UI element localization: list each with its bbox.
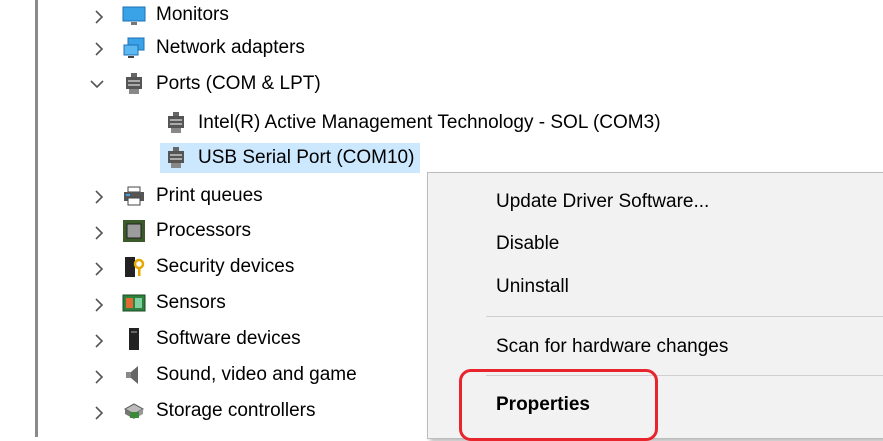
- highlight-annotation: [459, 369, 658, 441]
- chevron-right-icon[interactable]: [90, 34, 108, 64]
- tree-item-storage-controllers[interactable]: Storage controllers: [122, 396, 315, 426]
- port-icon: [164, 111, 188, 135]
- tree-item-usb-serial-port[interactable]: USB Serial Port (COM10): [160, 143, 421, 173]
- security-device-icon: [122, 255, 146, 279]
- chevron-right-icon[interactable]: [90, 326, 108, 356]
- sensor-icon: [122, 291, 146, 315]
- processor-icon: [122, 219, 146, 243]
- tree-item-label: Print queues: [156, 185, 263, 206]
- monitor-icon: [122, 3, 146, 27]
- tree-item-label: Software devices: [156, 328, 301, 349]
- tree-item-ports[interactable]: Ports (COM & LPT): [122, 69, 321, 99]
- tree-item-security-devices[interactable]: Security devices: [122, 252, 294, 282]
- selected-item-highlight: USB Serial Port (COM10): [160, 143, 421, 173]
- tree-item-label: Security devices: [156, 256, 295, 277]
- chevron-right-icon[interactable]: [90, 218, 108, 248]
- storage-controller-icon: [122, 399, 146, 423]
- tree-item-label: Storage controllers: [156, 400, 316, 421]
- chevron-right-icon[interactable]: [90, 182, 108, 212]
- tree-item-processors[interactable]: Processors: [122, 216, 251, 246]
- chevron-right-icon[interactable]: [90, 2, 108, 32]
- menu-separator: [486, 316, 883, 317]
- network-adapter-icon: [122, 36, 146, 60]
- port-icon: [164, 146, 188, 170]
- tree-item-label: Intel(R) Active Management Technology - …: [198, 112, 661, 133]
- printer-icon: [122, 184, 146, 208]
- menu-item-disable[interactable]: Disable: [496, 229, 559, 259]
- tree-item-monitors[interactable]: Monitors: [122, 0, 229, 30]
- tree-item-software-devices[interactable]: Software devices: [122, 324, 301, 354]
- tree-item-label: Sound, video and game: [156, 364, 357, 385]
- chevron-down-icon[interactable]: [88, 69, 106, 99]
- chevron-right-icon[interactable]: [90, 290, 108, 320]
- tree-item-label: Sensors: [156, 292, 226, 313]
- tree-item-label: Processors: [156, 220, 252, 241]
- tree-item-sound-video-game[interactable]: Sound, video and game: [122, 360, 357, 390]
- tree-item-intel-amt-sol[interactable]: Intel(R) Active Management Technology - …: [164, 108, 661, 138]
- menu-item-uninstall[interactable]: Uninstall: [496, 272, 569, 302]
- menu-item-update-driver[interactable]: Update Driver Software...: [496, 187, 709, 217]
- tree-item-label: USB Serial Port (COM10): [198, 147, 415, 168]
- software-device-icon: [122, 327, 146, 351]
- tree-item-label: Ports (COM & LPT): [156, 73, 321, 94]
- speaker-icon: [122, 363, 146, 387]
- port-icon: [122, 72, 146, 96]
- tree-item-sensors[interactable]: Sensors: [122, 288, 226, 318]
- chevron-right-icon[interactable]: [90, 398, 108, 428]
- tree-item-label: Network adapters: [156, 37, 305, 58]
- menu-item-scan-hardware[interactable]: Scan for hardware changes: [496, 332, 728, 362]
- left-gutter: [0, 0, 36, 437]
- tree-item-print-queues[interactable]: Print queues: [122, 181, 263, 211]
- chevron-right-icon[interactable]: [90, 362, 108, 392]
- chevron-right-icon[interactable]: [90, 254, 108, 284]
- tree-item-network-adapters[interactable]: Network adapters: [122, 33, 305, 63]
- tree-item-label: Monitors: [156, 4, 229, 25]
